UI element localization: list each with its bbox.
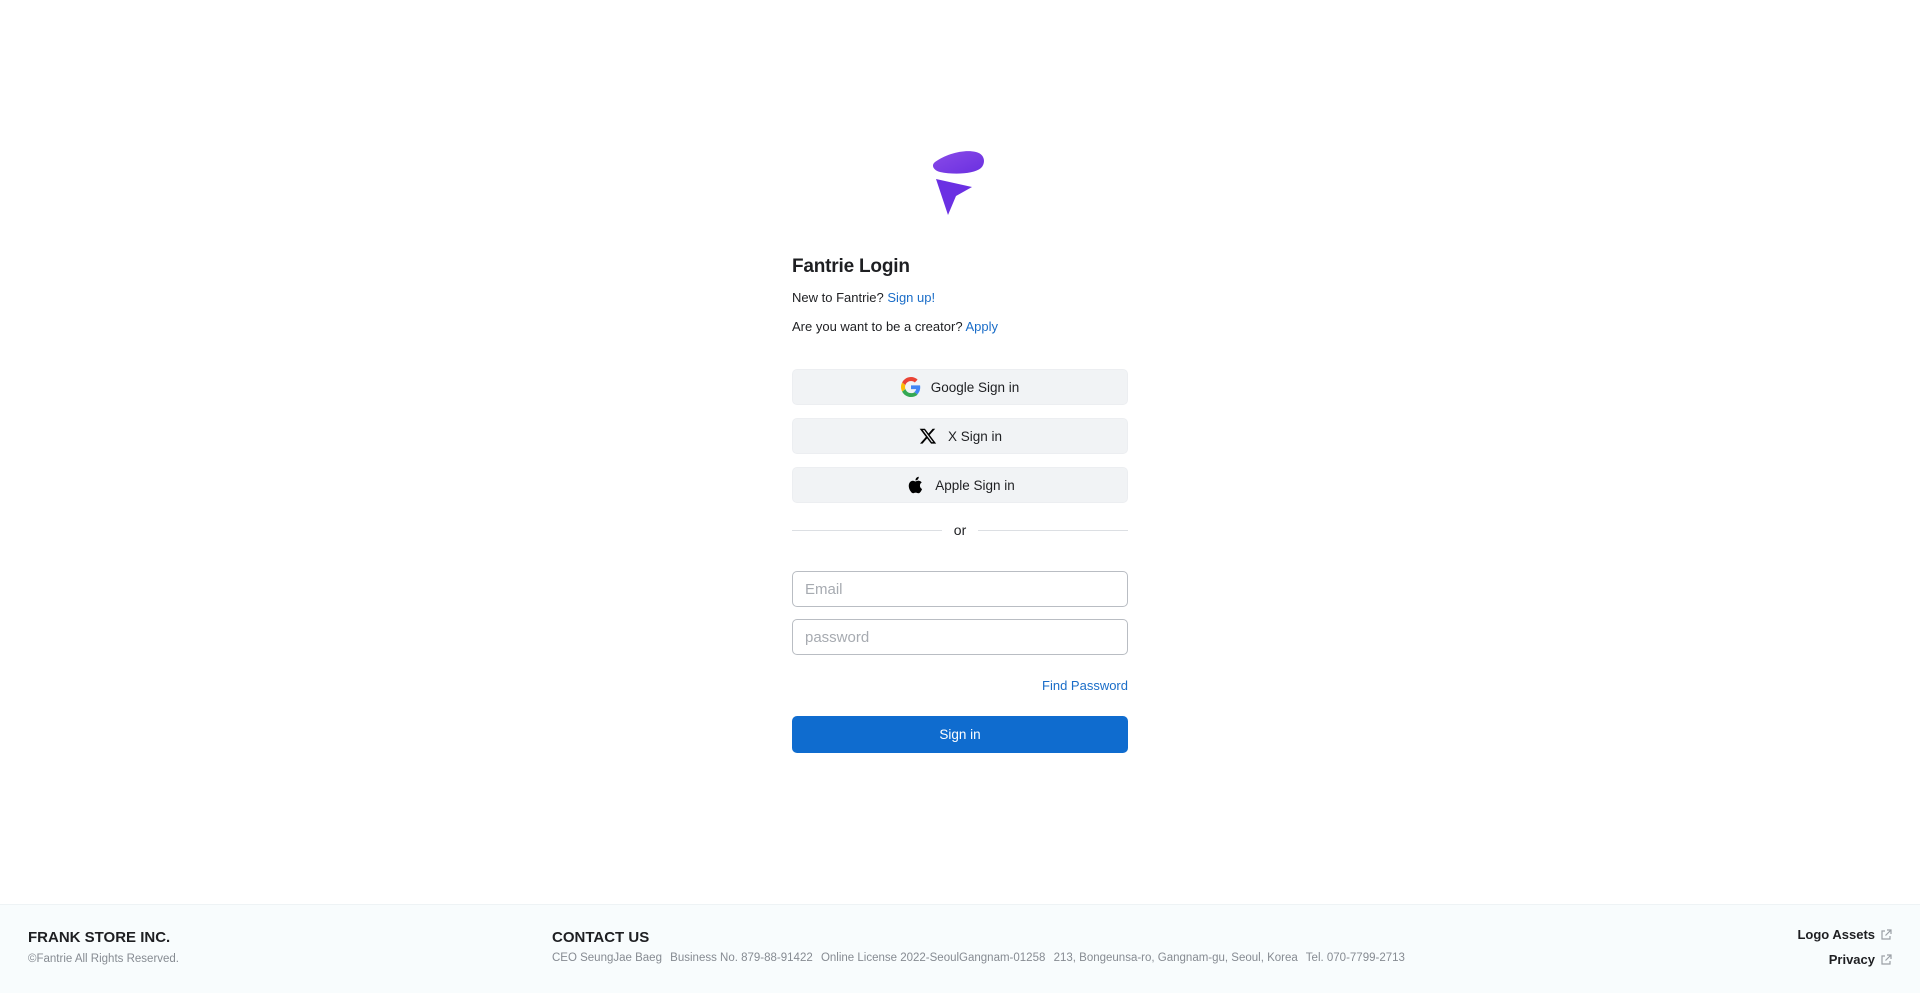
privacy-link[interactable]: Privacy — [1829, 952, 1892, 967]
password-input[interactable] — [792, 619, 1128, 655]
privacy-label: Privacy — [1828, 952, 1875, 967]
logo-assets-label: Logo Assets — [1797, 927, 1875, 942]
apple-icon — [905, 475, 925, 495]
creator-prompt: Are you want to be a creator? Apply — [792, 319, 998, 334]
or-divider: or — [792, 522, 1129, 538]
apple-signin-button[interactable]: Apple Sign in — [792, 467, 1128, 503]
logo-assets-link[interactable]: Logo Assets — [1797, 927, 1892, 942]
x-signin-button[interactable]: X Sign in — [792, 418, 1128, 454]
creator-prompt-text: Are you want to be a creator? — [792, 319, 963, 334]
apply-link[interactable]: Apply — [965, 319, 998, 334]
contact-ceo: CEO SeungJae Baeg — [552, 952, 662, 964]
google-signin-button[interactable]: Google Sign in — [792, 369, 1128, 405]
contact-title: CONTACT US — [552, 929, 650, 946]
signup-prompt-text: New to Fantrie? — [792, 290, 884, 305]
google-icon — [900, 377, 921, 397]
signin-button[interactable]: Sign in — [792, 716, 1128, 753]
find-password-link[interactable]: Find Password — [1042, 678, 1128, 693]
divider-rule-left — [792, 529, 942, 531]
fantrie-logo — [932, 151, 984, 215]
x-icon — [918, 426, 938, 446]
x-signin-label: X Sign in — [947, 428, 1003, 444]
copyright: ©Fantrie All Rights Reserved. — [28, 953, 180, 965]
apple-signin-label: Apple Sign in — [935, 477, 1015, 493]
divider-rule-right — [978, 529, 1129, 531]
contact-business-no: Business No. 879-88-91422 — [670, 952, 813, 964]
footer: FRANK STORE INC. ©Fantrie All Rights Res… — [0, 904, 1920, 993]
contact-address: 213, Bongeunsa-ro, Gangnam-gu, Seoul, Ko… — [1053, 952, 1298, 964]
external-link-icon — [1881, 953, 1892, 965]
divider-text: or — [953, 522, 967, 538]
contact-license: Online License 2022-SeoulGangnam-01258 — [820, 952, 1046, 964]
contact-tel: Tel. 070-7799-2713 — [1305, 952, 1405, 964]
email-input[interactable] — [792, 571, 1128, 607]
company-name: FRANK STORE INC. — [28, 929, 171, 946]
page-title: Fantrie Login — [792, 256, 910, 277]
signup-link[interactable]: Sign up! — [887, 290, 935, 305]
google-signin-label: Google Sign in — [930, 379, 1020, 395]
contact-info: CEO SeungJae Baeg Business No. 879-88-91… — [552, 952, 1410, 964]
signup-prompt: New to Fantrie? Sign up! — [792, 290, 935, 305]
external-link-icon — [1881, 928, 1892, 940]
